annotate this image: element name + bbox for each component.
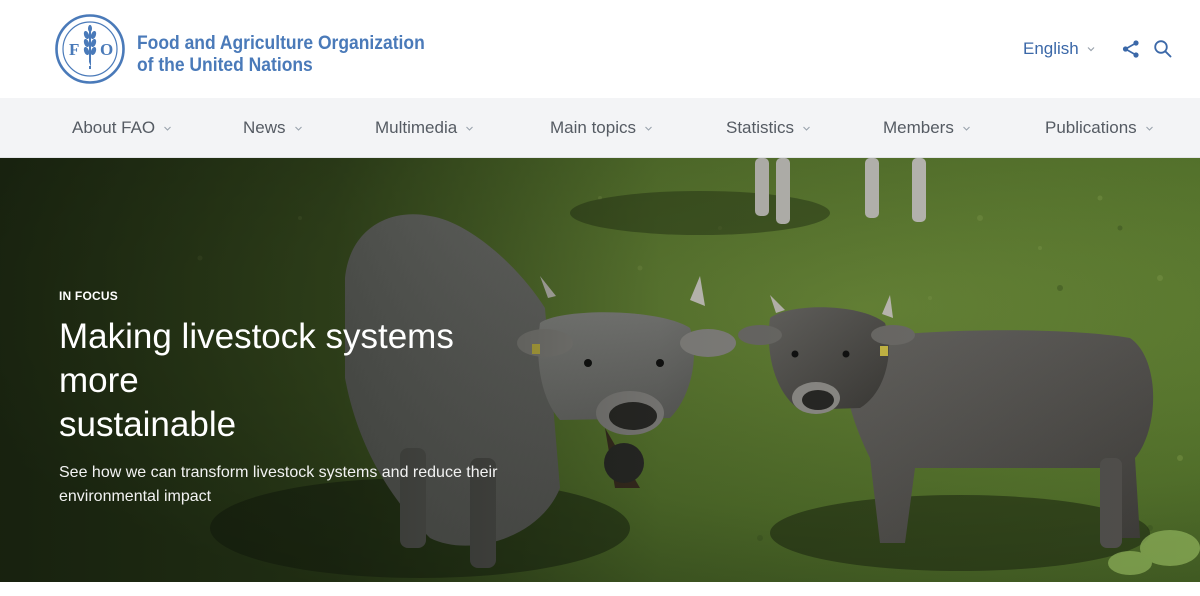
logo-letter-f: F (69, 40, 79, 59)
chevron-down-icon (164, 126, 172, 131)
language-label: English (1023, 39, 1079, 58)
hero-subtitle-line2: environmental impact (59, 488, 212, 505)
org-name-line1: Food and Agriculture Organization (137, 33, 425, 54)
hero-title: Making livestock systems more sustainabl… (59, 315, 539, 447)
chevron-down-icon (962, 126, 970, 131)
nav-item-main-topics[interactable]: Main topics (550, 98, 653, 158)
chevron-down-icon (294, 126, 302, 131)
hero-title-link[interactable]: Making livestock systems more sustainabl… (59, 315, 539, 447)
logo-letter-a: A (85, 59, 91, 68)
chevron-down-icon (1087, 47, 1095, 52)
hero-banner[interactable]: IN FOCUS Making livestock systems more s… (0, 158, 1200, 582)
hero-subtitle: See how we can transform livestock syste… (59, 461, 519, 509)
nav-item-label: Members (883, 118, 954, 137)
logo-letter-o: O (100, 40, 113, 59)
hero-text-block: IN FOCUS Making livestock systems more s… (59, 289, 539, 509)
language-selector[interactable]: English (1023, 38, 1096, 60)
page-bottom-strip (0, 582, 1200, 596)
org-name-link[interactable]: Food and Agriculture Organization of the… (137, 33, 457, 77)
nav-item-multimedia[interactable]: Multimedia (375, 98, 474, 158)
nav-item-label: Publications (1045, 118, 1137, 137)
nav-item-members[interactable]: Members (883, 98, 971, 158)
hero-subtitle-line1: See how we can transform livestock syste… (59, 464, 498, 481)
fao-logo-icon: F O A (55, 14, 125, 84)
search-icon[interactable] (1153, 39, 1173, 59)
share-icon[interactable] (1121, 39, 1141, 59)
nav-item-news[interactable]: News (243, 98, 303, 158)
main-navigation: About FAO News Multimedia Main topics St… (0, 98, 1200, 158)
nav-item-label: About FAO (72, 118, 156, 137)
nav-item-statistics[interactable]: Statistics (726, 98, 811, 158)
site-header: F O A Food and Agriculture Organization … (0, 0, 1200, 98)
hero-kicker: IN FOCUS (59, 289, 118, 303)
nav-item-publications[interactable]: Publications (1045, 98, 1154, 158)
chevron-down-icon (645, 126, 652, 131)
chevron-down-icon (466, 126, 474, 131)
hero-title-line1: Making livestock systems more (59, 317, 454, 400)
nav-item-about-fao[interactable]: About FAO (72, 98, 172, 158)
hero-title-line2: sustainable (59, 405, 237, 444)
chevron-down-icon (1145, 126, 1153, 131)
nav-item-label: Main topics (550, 118, 636, 137)
nav-item-label: News (243, 118, 286, 137)
nav-item-label: Statistics (726, 118, 795, 137)
org-name-line2: of the United Nations (137, 55, 313, 76)
nav-item-label: Multimedia (375, 118, 458, 137)
chevron-down-icon (803, 126, 810, 131)
